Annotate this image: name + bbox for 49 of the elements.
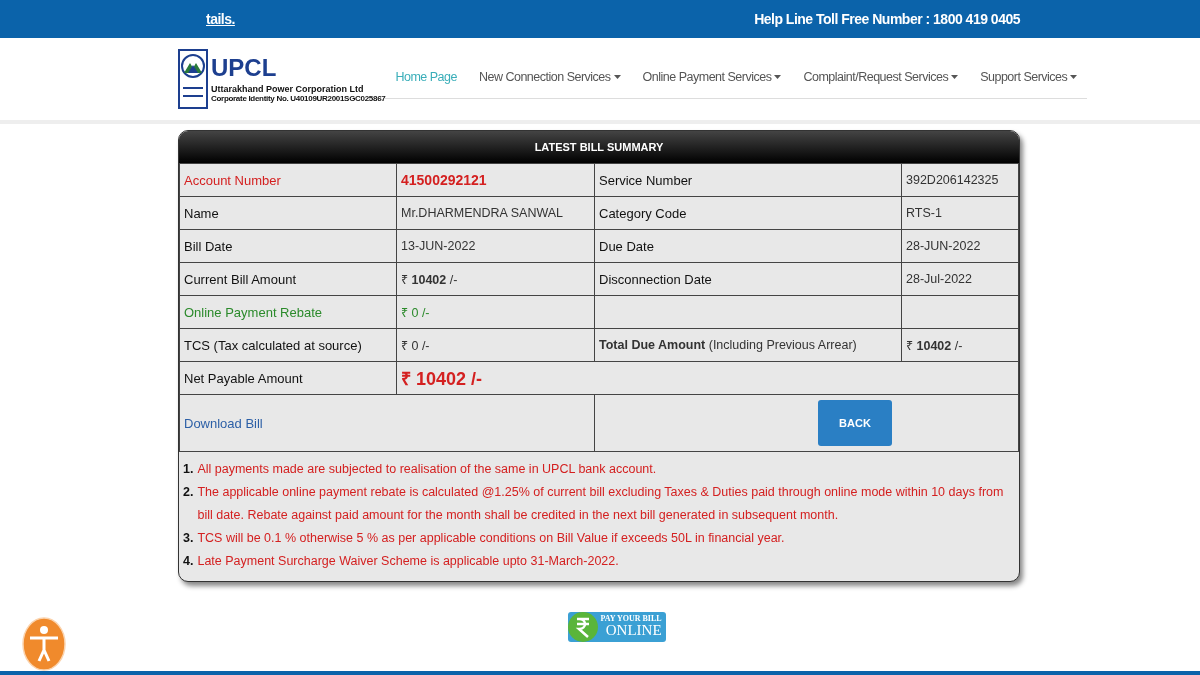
rupee-icon <box>568 609 599 644</box>
badge-text: PAY YOUR BILL <box>600 615 662 623</box>
card-title: LATEST BILL SUMMARY <box>179 131 1019 163</box>
table-cell: 41500292121 <box>396 163 595 197</box>
table-cell: 13-JUN-2022 <box>396 229 595 263</box>
table-cell: ₹ 10402 /- <box>396 361 1019 395</box>
table-cell: RTS-1 <box>901 196 1019 230</box>
table-cell: ₹ 0 /- <box>396 295 595 329</box>
logo-title: UPCL <box>211 55 278 80</box>
corporate-id: Corporate Identity No. U40109UR2001SGC025867 <box>211 93 386 103</box>
badge-text: ONLINE <box>605 623 662 638</box>
table-cell: Bill Date <box>179 229 397 263</box>
note-text: All payments made are subjected to realisation of the same in UPCL bank account. <box>197 461 657 478</box>
table-cell: Net Payable Amount <box>179 361 397 395</box>
logo-emblem-icon <box>178 49 208 109</box>
marquee-text[interactable]: tails. <box>206 11 235 27</box>
table-cell: Service Number <box>594 163 902 197</box>
table-cell: Mr.DHARMENDRA SANWAL <box>396 196 595 230</box>
table-cell: Total Due Amount (Including Previous Arrear) <box>594 328 902 362</box>
note-text: Late Payment Surcharge Waiver Scheme is applicable upto 31-March-2022. <box>197 553 619 570</box>
table-cell: Disconnection Date <box>594 262 902 296</box>
accessibility-icon[interactable] <box>22 617 66 671</box>
table-cell: Name <box>179 196 397 230</box>
table-cell: TCS (Tax calculated at source) <box>179 328 397 362</box>
download-bill-link[interactable]: Download Bill <box>184 415 263 431</box>
note-number: 4. <box>183 553 194 570</box>
table-cell: Account Number <box>179 163 397 197</box>
note-number: 2. <box>183 484 194 501</box>
note-text: The applicable online payment rebate is calculated @1.25% of current bill excluding Taxes & Duties paid through online mode within 10 days from bill date. Rebate against paid amount for the month shall be credited in the next bill generated in subsequent month. <box>197 484 1005 524</box>
table-cell: Category Code <box>594 196 902 230</box>
note-number: 3. <box>183 530 194 547</box>
table-cell: ₹ 10402 /- <box>901 328 1019 362</box>
table-cell: 392D206142325 <box>901 163 1019 197</box>
nav-link[interactable]: Complaint/Request Services <box>803 69 959 84</box>
table-cell: Current Bill Amount <box>179 262 397 296</box>
back-button[interactable]: BACK <box>818 400 892 446</box>
table-cell: ₹ 0 /- <box>396 328 595 362</box>
note-text: TCS will be 0.1 % otherwise 5 % as per applicable conditions on Bill Value if exceeds 50L in financial year. <box>197 530 785 547</box>
nav-link[interactable]: Support Services <box>980 69 1078 84</box>
table-cell: 28-Jul-2022 <box>901 262 1019 296</box>
company-name: Uttarakhand Power Corporation Ltd <box>211 83 364 94</box>
table-cell: Online Payment Rebate <box>179 295 397 329</box>
note-number: 1. <box>183 461 194 478</box>
table-cell: 28-JUN-2022 <box>901 229 1019 263</box>
helpline-text: Help Line Toll Free Number : 1800 419 0405 <box>754 11 1020 27</box>
table-cell: Due Date <box>594 229 902 263</box>
nav-link[interactable]: New Connection Services <box>478 69 621 84</box>
nav-link[interactable]: Online Payment Services <box>642 69 782 84</box>
table-cell: ₹ 10402 /- <box>396 262 595 296</box>
